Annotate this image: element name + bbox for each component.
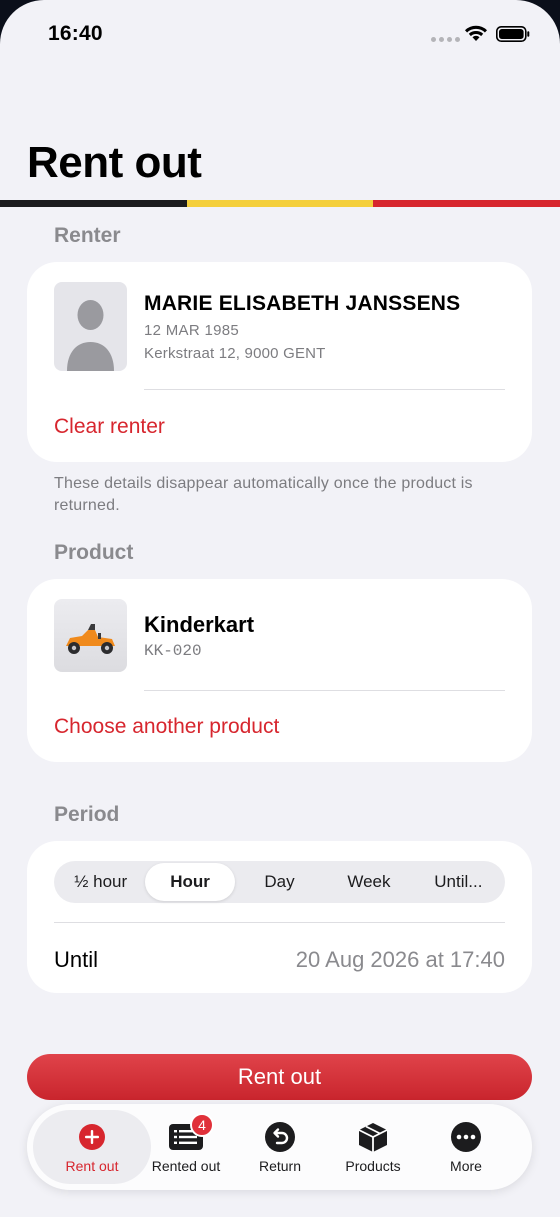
renter-card: MARIE ELISABETH JANSSENS 12 MAR 1985 Ker… [27, 262, 532, 462]
period-option-until[interactable]: Until... [414, 863, 503, 901]
wifi-icon [465, 25, 487, 41]
renter-name: MARIE ELISABETH JANSSENS [144, 292, 461, 315]
cellular-signal-icon [431, 37, 460, 42]
tab-rented-out[interactable]: 4 Rented out [139, 1110, 233, 1184]
product-name: Kinderkart [144, 612, 255, 637]
period-segmented-control: ½ hour Hour Day Week Until... [54, 861, 505, 903]
app-screen: 16:40 Rent out Renter MARIE ELISABETH JA… [0, 0, 560, 1217]
tab-more[interactable]: More [419, 1110, 513, 1184]
belgian-flag-stripe [0, 200, 560, 207]
product-section-label: Product [54, 541, 134, 564]
tab-rent-out-label: Rent out [65, 1158, 119, 1174]
renter-avatar [54, 282, 127, 371]
tab-more-label: More [450, 1158, 482, 1174]
renter-birth-date: 12 MAR 1985 [144, 322, 240, 339]
product-card: Kinderkart KK-020 Choose another product [27, 579, 532, 762]
until-label: Until [54, 947, 99, 972]
status-time: 16:40 [48, 22, 103, 45]
ellipsis-circle-icon [450, 1121, 482, 1153]
flag-black-band [0, 200, 187, 207]
list-icon: 4 [169, 1113, 214, 1153]
period-option-half-hour[interactable]: ½ hour [56, 863, 145, 901]
tab-rented-out-label: Rented out [151, 1158, 221, 1174]
choose-another-product-button[interactable]: Choose another product [54, 715, 279, 739]
period-option-week[interactable]: Week [324, 863, 413, 901]
rented-out-count-badge: 4 [190, 1113, 214, 1137]
clear-renter-button[interactable]: Clear renter [54, 415, 165, 439]
period-option-hour[interactable]: Hour [145, 863, 235, 901]
until-date-value[interactable]: 20 Aug 2026 at 17:40 [296, 947, 505, 973]
return-arrow-icon [264, 1121, 296, 1153]
person-placeholder-icon [67, 300, 114, 371]
status-bar: 16:40 [0, 0, 560, 70]
product-divider [144, 690, 505, 691]
tab-return[interactable]: Return [233, 1110, 327, 1184]
go-kart-icon [66, 624, 115, 654]
page-title: Rent out [27, 138, 202, 187]
plus-circle-icon [76, 1121, 108, 1153]
box-icon [357, 1121, 389, 1153]
renter-address: Kerkstraat 12, 9000 GENT [144, 345, 326, 362]
product-image [54, 599, 127, 672]
period-option-day[interactable]: Day [235, 863, 324, 901]
tab-bar: Rent out 4 Rented out Return Products Mo… [27, 1104, 532, 1190]
flag-red-band [373, 200, 560, 207]
period-section-label: Period [54, 803, 120, 826]
period-card: ½ hour Hour Day Week Until... Until 20 A… [27, 841, 532, 993]
tab-rent-out[interactable]: Rent out [33, 1110, 151, 1184]
renter-divider [144, 389, 505, 390]
product-code: KK-020 [144, 642, 202, 660]
period-divider [54, 922, 505, 923]
rent-out-button[interactable]: Rent out [27, 1054, 532, 1100]
tab-products[interactable]: Products [326, 1110, 420, 1184]
tab-products-label: Products [345, 1158, 401, 1174]
renter-section-label: Renter [54, 224, 121, 247]
tab-return-label: Return [258, 1158, 302, 1174]
renter-privacy-hint: These details disappear automatically on… [54, 475, 473, 514]
battery-icon [496, 26, 530, 42]
flag-yellow-band [186, 200, 374, 207]
